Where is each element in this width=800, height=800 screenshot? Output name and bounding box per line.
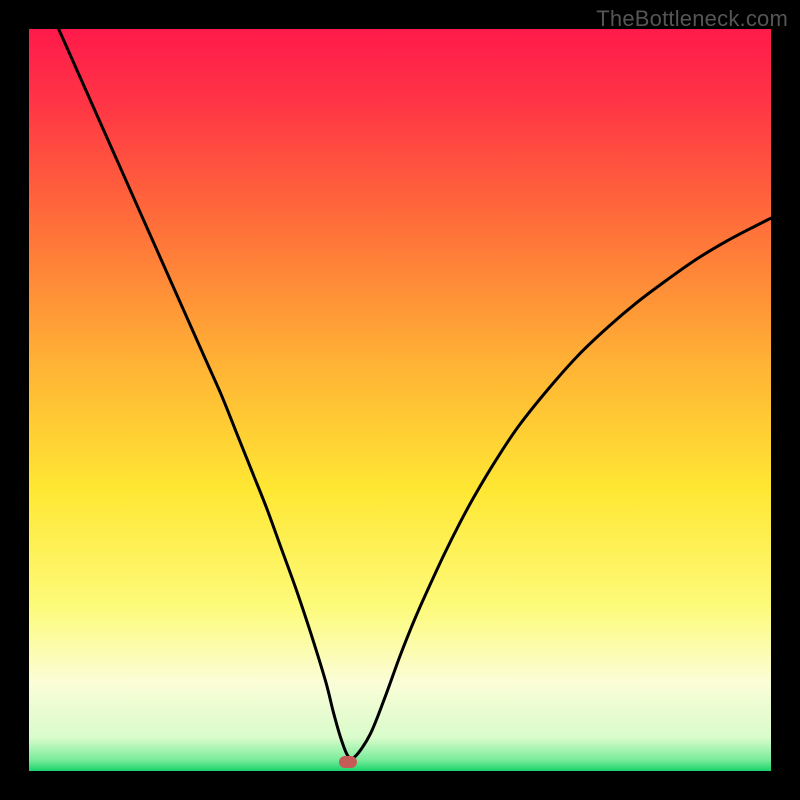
- chart-frame: [29, 29, 771, 771]
- chart-svg: [29, 29, 771, 771]
- optimal-marker: [339, 756, 357, 768]
